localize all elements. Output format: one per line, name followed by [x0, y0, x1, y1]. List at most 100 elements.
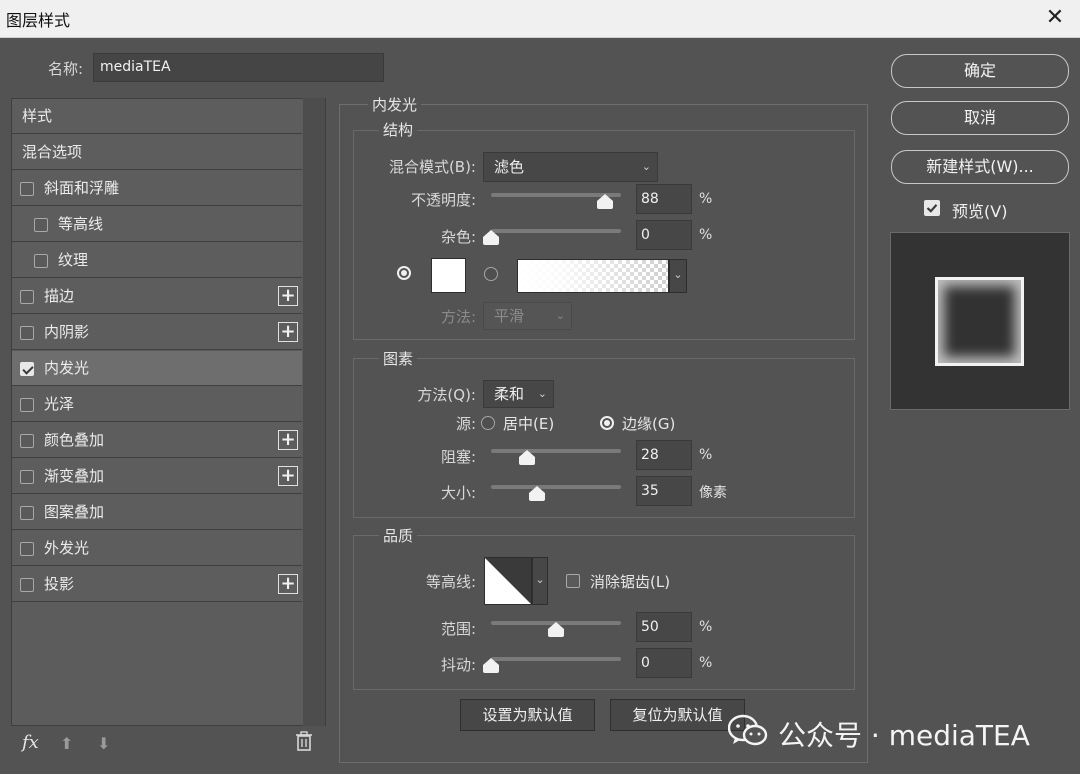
jitter-slider-track[interactable] — [491, 657, 621, 661]
source-center-radio[interactable] — [481, 416, 495, 430]
style-item[interactable]: 混合选项 — [12, 135, 302, 170]
style-item-label: 图案叠加 — [44, 503, 105, 521]
trash-icon[interactable] — [295, 731, 313, 756]
style-item-checkbox[interactable] — [20, 434, 34, 448]
style-item[interactable]: 颜色叠加 + — [12, 423, 302, 458]
add-instance-icon[interactable]: + — [278, 322, 298, 342]
contour-chevron-down-icon[interactable]: ⌄ — [532, 557, 548, 605]
add-instance-icon[interactable]: + — [278, 430, 298, 450]
style-list-scrollbar[interactable] — [303, 98, 325, 726]
source-label: 源: — [455, 415, 476, 433]
add-instance-icon[interactable]: + — [278, 286, 298, 306]
chevron-down-icon: ⌄ — [537, 387, 547, 400]
noise-input[interactable]: 0 — [636, 220, 692, 250]
make-default-button[interactable]: 设置为默认值 — [460, 699, 595, 731]
method-value: 平滑 — [494, 307, 525, 325]
gradient-chevron-down-icon[interactable]: ⌄ — [669, 259, 687, 293]
opacity-input[interactable]: 88 — [636, 184, 692, 214]
style-item[interactable]: 外发光 — [12, 531, 302, 566]
chevron-down-icon: ⌄ — [641, 160, 651, 173]
add-instance-icon[interactable]: + — [278, 466, 298, 486]
style-item-checkbox[interactable] — [20, 506, 34, 520]
blend-mode-label: 混合模式(B): — [388, 158, 476, 176]
style-item-label: 混合选项 — [22, 143, 83, 161]
choke-input[interactable]: 28 — [636, 440, 692, 470]
solid-color-radio[interactable] — [397, 266, 411, 280]
ok-button[interactable]: 确定 — [891, 54, 1069, 88]
style-item-label: 描边 — [44, 287, 75, 305]
noise-slider-track[interactable] — [491, 229, 621, 233]
method-dropdown[interactable]: 平滑 ⌄ — [483, 302, 572, 330]
style-item-label: 样式 — [22, 107, 53, 125]
style-item[interactable]: 内发光 — [12, 351, 302, 386]
style-item-label: 内阴影 — [44, 323, 90, 341]
style-item-label: 纹理 — [58, 251, 89, 269]
source-edge-label[interactable]: 边缘(G) — [622, 413, 675, 434]
structure-title: 结构 — [379, 119, 418, 140]
style-item-checkbox[interactable] — [20, 362, 34, 376]
style-item[interactable]: 样式 — [12, 99, 302, 134]
style-item-label: 投影 — [44, 575, 75, 593]
preview-square — [935, 277, 1024, 366]
style-item-label: 斜面和浮雕 — [44, 179, 120, 197]
style-item-checkbox[interactable] — [34, 218, 48, 232]
style-item[interactable]: 等高线 — [12, 207, 302, 242]
preview-checkbox[interactable] — [924, 200, 940, 216]
style-item-label: 等高线 — [58, 215, 104, 233]
style-item-checkbox[interactable] — [20, 398, 34, 412]
elements-title: 图素 — [379, 348, 418, 369]
style-item[interactable]: 图案叠加 — [12, 495, 302, 530]
size-slider-track[interactable] — [491, 485, 621, 489]
style-item[interactable]: 投影 + — [12, 567, 302, 602]
source-edge-radio[interactable] — [600, 416, 614, 430]
size-label: 大小: — [440, 484, 476, 502]
technique-label: 方法(Q): — [417, 386, 476, 404]
style-item-checkbox[interactable] — [20, 290, 34, 304]
style-item-checkbox[interactable] — [20, 326, 34, 340]
antialias-label[interactable]: 消除锯齿(L) — [590, 571, 670, 592]
style-item-checkbox[interactable] — [20, 578, 34, 592]
name-input[interactable]: mediaTEA — [93, 53, 384, 82]
preview-label[interactable]: 预览(V) — [952, 198, 1007, 222]
style-item[interactable]: 斜面和浮雕 — [12, 171, 302, 206]
gradient-radio[interactable] — [484, 267, 498, 281]
reset-default-button[interactable]: 复位为默认值 — [610, 699, 745, 731]
style-item[interactable]: 纹理 — [12, 243, 302, 278]
move-up-icon[interactable]: ⬆ — [60, 734, 73, 753]
style-item-label: 内发光 — [44, 359, 90, 377]
jitter-input[interactable]: 0 — [636, 648, 692, 678]
source-center-label[interactable]: 居中(E) — [503, 413, 554, 434]
antialias-checkbox[interactable] — [566, 574, 580, 588]
choke-unit: % — [699, 447, 713, 463]
noise-unit: % — [699, 227, 713, 243]
opacity-unit: % — [699, 191, 713, 207]
add-instance-icon[interactable]: + — [278, 574, 298, 594]
style-item-checkbox[interactable] — [20, 182, 34, 196]
opacity-label: 不透明度: — [410, 191, 476, 209]
contour-preview[interactable] — [484, 557, 532, 605]
technique-value: 柔和 — [494, 385, 525, 403]
move-down-icon[interactable]: ⬇ — [97, 734, 110, 753]
size-input[interactable]: 35 — [636, 476, 692, 506]
choke-slider-track[interactable] — [491, 449, 621, 453]
style-item-checkbox[interactable] — [20, 542, 34, 556]
range-unit: % — [699, 619, 713, 635]
choke-label: 阻塞: — [440, 448, 476, 466]
cancel-button[interactable]: 取消 — [891, 101, 1069, 135]
fx-icon[interactable]: fx — [22, 732, 39, 753]
glow-color-swatch[interactable] — [431, 258, 466, 293]
style-item[interactable]: 光泽 — [12, 387, 302, 422]
style-item[interactable]: 内阴影 + — [12, 315, 302, 350]
style-item[interactable]: 描边 + — [12, 279, 302, 314]
close-icon[interactable]: ✕ — [1040, 2, 1070, 34]
style-item-checkbox[interactable] — [20, 470, 34, 484]
new-style-button[interactable]: 新建样式(W)... — [891, 150, 1069, 184]
gradient-swatch[interactable] — [517, 259, 669, 293]
blend-mode-dropdown[interactable]: 滤色 ⌄ — [483, 152, 658, 182]
style-item[interactable]: 渐变叠加 + — [12, 459, 302, 494]
technique-dropdown[interactable]: 柔和 ⌄ — [483, 380, 554, 408]
style-item-checkbox[interactable] — [34, 254, 48, 268]
range-input[interactable]: 50 — [636, 612, 692, 642]
blend-mode-value: 滤色 — [494, 158, 525, 176]
size-unit: 像素 — [699, 485, 727, 501]
